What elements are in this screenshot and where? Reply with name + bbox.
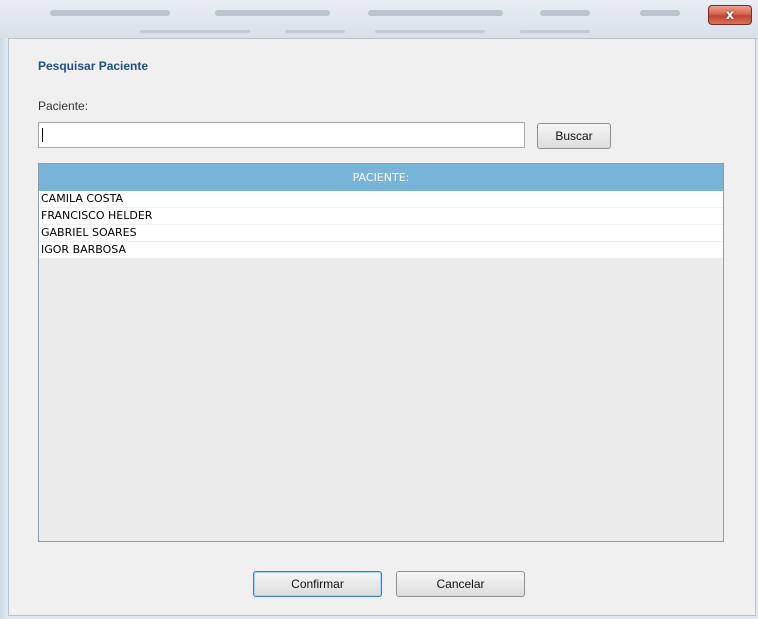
blurred-menu-item [368, 10, 503, 16]
table-row[interactable]: CAMILA COSTA [39, 191, 723, 208]
table-row[interactable]: FRANCISCO HELDER [39, 208, 723, 225]
patient-search-input[interactable] [38, 122, 525, 148]
blurred-menu-item [640, 10, 680, 16]
close-button[interactable]: x [708, 5, 752, 25]
blurred-menu-item [50, 10, 170, 16]
dialog-title: Pesquisar Paciente [38, 59, 149, 73]
blurred-toolbar-item [375, 30, 485, 33]
text-caret [42, 128, 43, 142]
table-header-patient: PACIENTE: [39, 164, 723, 191]
patient-label: Paciente: [38, 99, 89, 113]
cancel-button[interactable]: Cancelar [396, 571, 525, 597]
window-left-edge [0, 38, 8, 619]
confirm-button[interactable]: Confirmar [253, 571, 382, 597]
blurred-menu-item [215, 10, 330, 16]
blurred-toolbar-item [285, 30, 345, 33]
search-button[interactable]: Buscar [537, 123, 611, 149]
blurred-toolbar-item [520, 30, 590, 33]
blurred-menu-item [540, 10, 590, 16]
table-row[interactable]: IGOR BARBOSA [39, 242, 723, 259]
patient-table: PACIENTE: CAMILA COSTA FRANCISCO HELDER … [38, 163, 724, 542]
background-app-strip [0, 0, 758, 40]
blurred-toolbar-item [140, 30, 250, 33]
close-icon: x [725, 7, 735, 23]
table-row[interactable]: GABRIEL SOARES [39, 225, 723, 242]
